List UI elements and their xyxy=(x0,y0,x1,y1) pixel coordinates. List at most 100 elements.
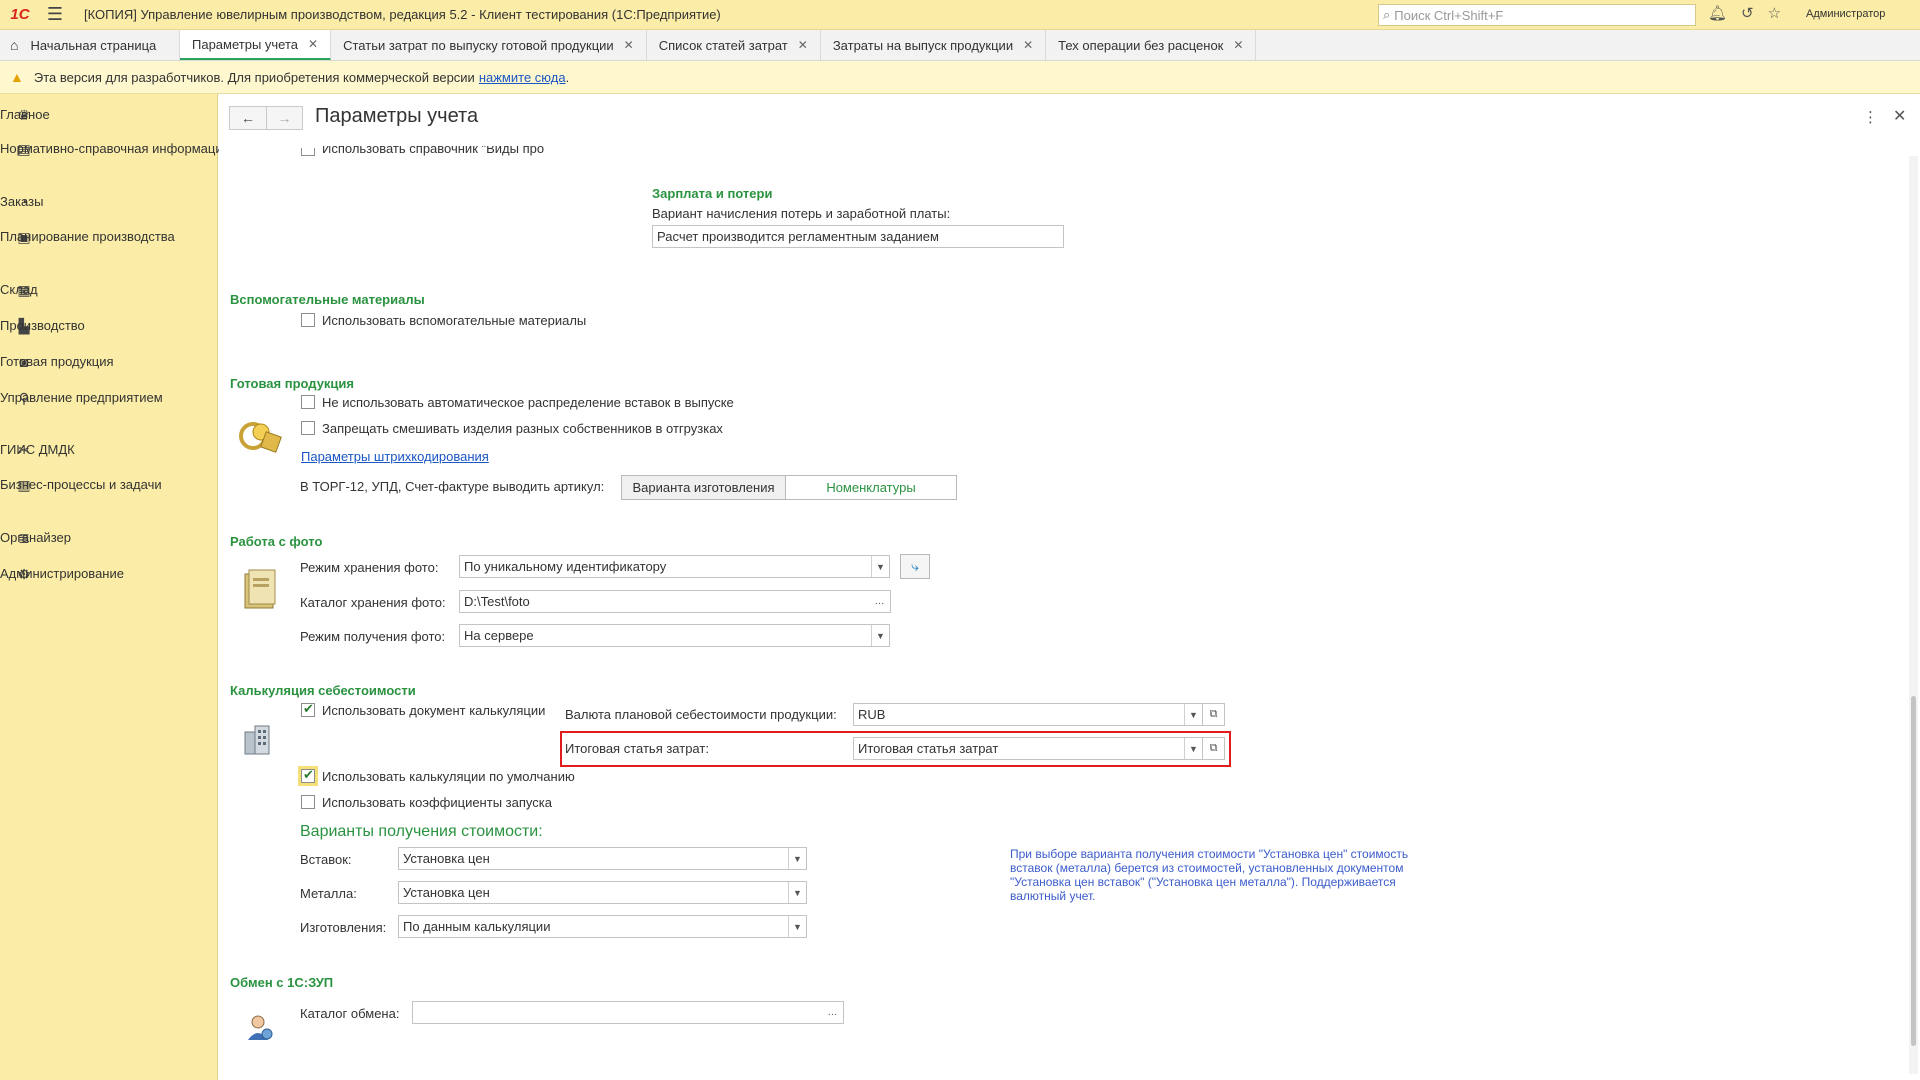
make-select[interactable]: По данным калькуляции xyxy=(398,915,807,938)
photo-dir-label: Каталог хранения фото: xyxy=(300,595,446,610)
main-menu-icon[interactable]: ☰ xyxy=(40,0,70,30)
chevron-down-icon[interactable]: ▼ xyxy=(871,556,889,577)
open-icon[interactable]: ⧉ xyxy=(1203,703,1225,726)
no-mix-owners-checkbox[interactable] xyxy=(301,421,315,435)
sidebar-item-label: Производство xyxy=(0,318,85,333)
close-form-icon[interactable]: ✕ xyxy=(1893,106,1906,126)
refresh-icon[interactable]: ⤷ xyxy=(900,554,930,579)
browse-icon[interactable]: … xyxy=(869,590,891,613)
chevron-down-icon[interactable]: ▼ xyxy=(871,625,889,646)
use-calc-doc-label: Использовать документ калькуляции xyxy=(322,703,546,718)
chevron-down-icon[interactable]: ▼ xyxy=(1184,704,1202,725)
open-icon[interactable]: ⧉ xyxy=(1203,737,1225,760)
use-default-calc-checkbox[interactable] xyxy=(298,766,318,786)
browse-icon[interactable]: … xyxy=(822,1001,844,1024)
no-auto-distribution-checkbox[interactable] xyxy=(301,395,315,409)
history-icon[interactable]: ↺ xyxy=(1741,4,1754,22)
sidebar-item-label: Заказы xyxy=(0,194,44,209)
sidebar-item-orders[interactable]: ◔ Заказы xyxy=(0,194,218,210)
total-cost-item-label: Итоговая статья затрат: xyxy=(565,741,709,756)
tab-label: Параметры учета xyxy=(192,36,299,52)
warning-icon: ▲ xyxy=(10,69,24,85)
article-output-label: В ТОРГ-12, УПД, Счет-фактуре выводить ар… xyxy=(300,479,605,494)
sidebar-item-main[interactable]: ♛ Главное xyxy=(0,107,218,123)
user-name[interactable]: Администратор xyxy=(1806,8,1885,20)
close-icon[interactable]: ✕ xyxy=(1233,38,1243,52)
use-calc-doc-checkbox[interactable] xyxy=(301,701,315,717)
tab-cost-items-output[interactable]: Статьи затрат по выпуску готовой продукц… xyxy=(331,30,647,60)
search-icon: ⌕ xyxy=(1383,7,1391,22)
top-checkbox[interactable] xyxy=(301,148,315,156)
sidebar-item-label: Нормативно-справочная информация xyxy=(0,141,230,156)
price-variant-hint: При выборе варианта получения стоимости … xyxy=(1010,847,1409,903)
notice-link[interactable]: нажмите сюда xyxy=(479,70,566,85)
tab-label: Начальная страница xyxy=(30,37,157,53)
option-variant[interactable]: Варианта изготовления xyxy=(622,476,786,499)
star-icon[interactable]: ☆ xyxy=(1768,4,1781,22)
logo-1c: 1С xyxy=(10,6,30,23)
photo-storage-mode-select[interactable]: По уникальному идентификатору xyxy=(459,555,890,578)
global-search-input[interactable]: ⌕ Поиск Ctrl+Shift+F xyxy=(1378,4,1696,26)
aux-materials-label: Использовать вспомогательные материалы xyxy=(322,313,587,328)
section-calc-heading: Калькуляция себестоимости xyxy=(230,683,416,698)
barcode-params-link[interactable]: Параметры штрихкодирования xyxy=(301,449,489,464)
inserts-select[interactable]: Установка цен xyxy=(398,847,807,870)
chevron-down-icon[interactable]: ▼ xyxy=(788,848,806,869)
sidebar-item-organizer[interactable]: ≣ Органайзер xyxy=(0,530,218,546)
close-icon[interactable]: ✕ xyxy=(308,37,318,51)
aux-materials-checkbox[interactable] xyxy=(301,313,315,327)
jewelry-icon xyxy=(237,414,283,457)
use-start-coef-checkbox[interactable] xyxy=(301,795,315,809)
article-output-switch[interactable]: Варианта изготовления Номенклатуры xyxy=(621,475,957,500)
sidebar-item-warehouse[interactable]: ▦ Склад xyxy=(0,282,218,298)
sidebar-item-reference[interactable]: ▤ Нормативно-справочная информация xyxy=(0,141,230,157)
metal-select[interactable]: Установка цен xyxy=(398,881,807,904)
folder-icon xyxy=(241,568,279,613)
photo-get-mode-select[interactable]: На сервере xyxy=(459,624,890,647)
bell-icon[interactable]: 🔔︎ xyxy=(1708,4,1727,22)
tab-tech-ops[interactable]: Тех операции без расценок ✕ xyxy=(1046,30,1257,60)
tab-home[interactable]: ⌂ Начальная страница xyxy=(0,30,180,60)
back-arrow-icon[interactable]: ← xyxy=(230,107,266,129)
sidebar-item-label: Бизнес-процессы и задачи xyxy=(0,477,162,492)
sidebar-item-enterprise[interactable]: ⚲ Управление предприятием xyxy=(0,390,218,406)
tab-cost-items-list[interactable]: Список статей затрат ✕ xyxy=(647,30,821,60)
currency-select[interactable]: RUB xyxy=(853,703,1203,726)
sidebar-item-planning[interactable]: ▣ Планирование производства xyxy=(0,229,218,245)
total-cost-item-select[interactable]: Итоговая статья затрат xyxy=(853,737,1203,760)
option-nomenclature[interactable]: Номенклатуры xyxy=(786,476,956,499)
section-zup-heading: Обмен с 1С:ЗУП xyxy=(230,975,334,990)
salary-variant-field[interactable]: Расчет производится регламентным задание… xyxy=(652,225,1064,248)
form-header: ← → Параметры учета ⋮ ✕ xyxy=(219,94,1920,140)
exchange-dir-input[interactable] xyxy=(412,1001,824,1024)
close-icon[interactable]: ✕ xyxy=(624,38,634,52)
tab-output-costs[interactable]: Затраты на выпуск продукции ✕ xyxy=(821,30,1047,60)
scroll-thumb[interactable] xyxy=(1911,696,1916,1046)
close-icon[interactable]: ✕ xyxy=(798,38,808,52)
chevron-down-icon[interactable]: ▼ xyxy=(788,882,806,903)
tab-account-params[interactable]: Параметры учета ✕ xyxy=(180,30,332,60)
chevron-down-icon[interactable]: ▼ xyxy=(1184,738,1202,759)
window-title: [КОПИЯ] Управление ювелирным производств… xyxy=(84,7,721,22)
notice-text: Эта версия для разработчиков. Для приобр… xyxy=(33,69,475,85)
use-start-coef-label: Использовать коэффициенты запуска xyxy=(322,795,552,810)
sidebar-item-admin[interactable]: ⚙ Администрирование xyxy=(0,566,218,582)
notice-end: . xyxy=(565,69,570,85)
sidebar-item-bp[interactable]: ▥ Бизнес-процессы и задачи xyxy=(0,477,218,493)
sidebar-item-label: Планирование производства xyxy=(0,229,175,244)
sidebar-item-finished[interactable]: ◙ Готовая продукция xyxy=(0,354,218,370)
variants-heading: Варианты получения стоимости: xyxy=(300,823,543,840)
chevron-down-icon[interactable]: ▼ xyxy=(788,916,806,937)
sections-panel: ♛ Главное ▤ Нормативно-справочная информац… xyxy=(0,94,230,1080)
use-default-calc-label: Использовать калькуляции по умолчанию xyxy=(322,769,575,784)
sidebar-item-production[interactable]: ▙ Производство xyxy=(0,318,218,334)
section-aux-heading: Вспомогательные материалы xyxy=(230,292,425,307)
section-photo-heading: Работа с фото xyxy=(230,534,323,549)
buildings-icon xyxy=(243,722,275,759)
more-menu-icon[interactable]: ⋮ xyxy=(1863,108,1878,126)
close-icon[interactable]: ✕ xyxy=(1023,38,1033,52)
photo-dir-input[interactable]: D:\Test\foto xyxy=(459,590,871,613)
sidebar-item-giis[interactable]: ✂ ГИИС ДМДК xyxy=(0,442,218,458)
forward-arrow-icon[interactable]: → xyxy=(266,107,302,129)
sidebar-item-label: Администрирование xyxy=(0,566,124,581)
